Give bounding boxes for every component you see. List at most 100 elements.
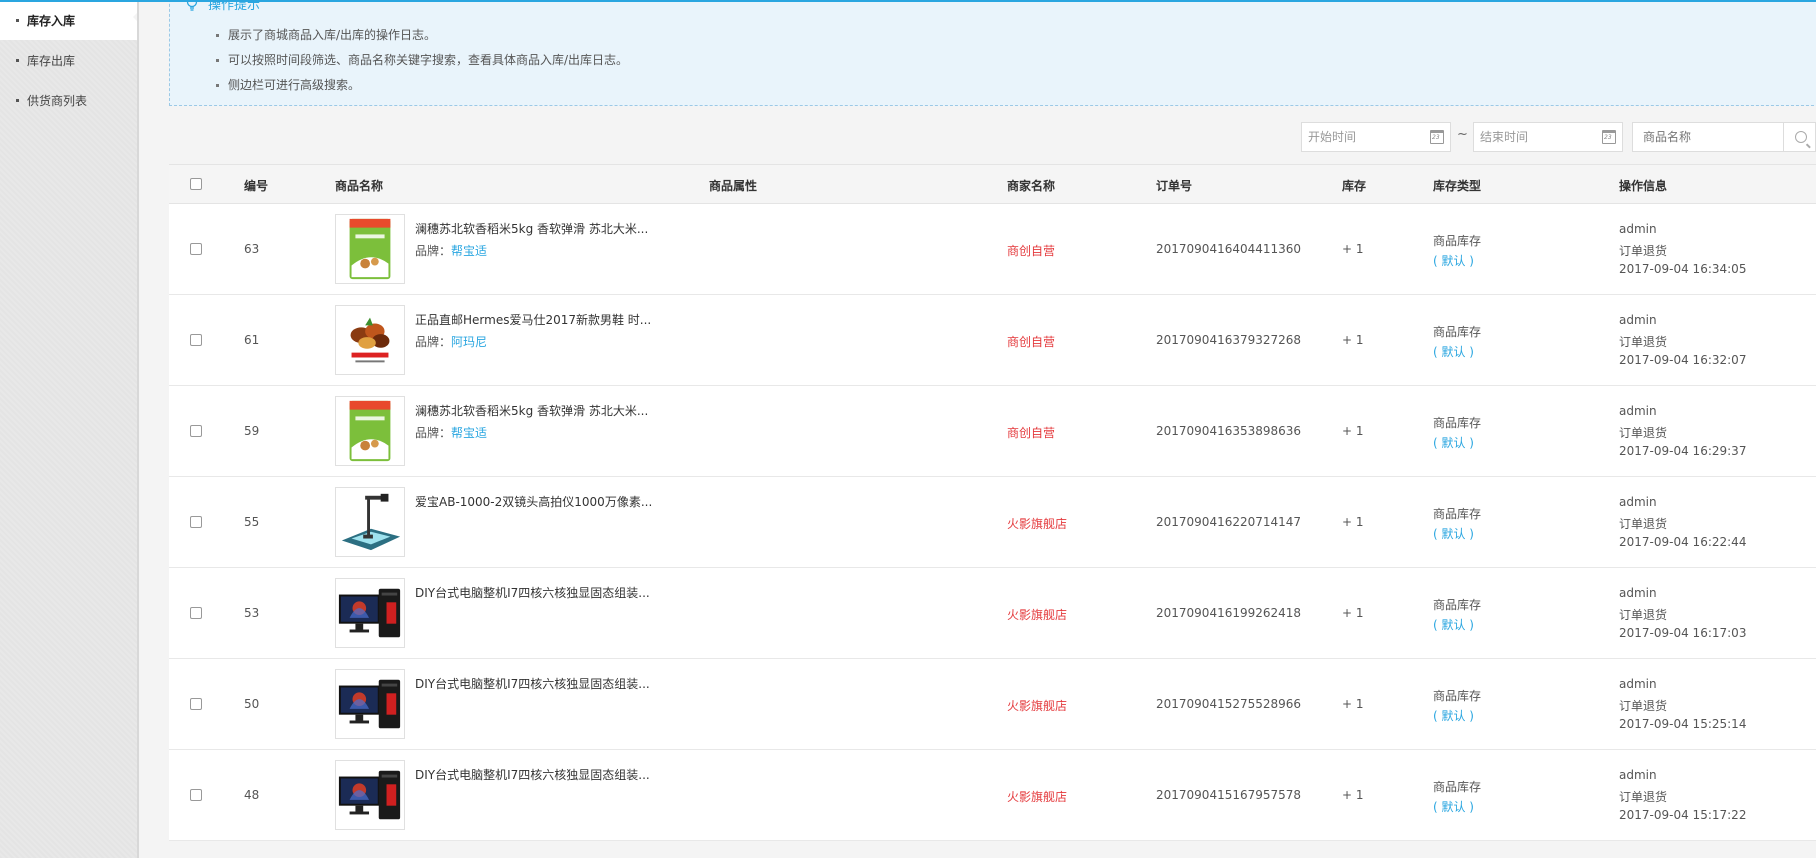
row-id: 63 bbox=[244, 242, 260, 256]
table-header: 编号 商品名称 商品属性 商家名称 订单号 库存 库存类型 操作信息 bbox=[169, 164, 1816, 204]
top-accent-line bbox=[0, 0, 1816, 2]
merchant-name[interactable]: 火影旗舰店 bbox=[1007, 697, 1067, 714]
search-button[interactable] bbox=[1783, 123, 1816, 151]
product-thumbnail[interactable] bbox=[335, 760, 405, 830]
row-checkbox[interactable] bbox=[190, 425, 202, 437]
product-name-link[interactable]: 澜穗苏北软香稻米5kg 香软弹滑 苏北大米... bbox=[415, 220, 648, 237]
operation-action: 订单退货 bbox=[1619, 335, 1668, 349]
merchant-name[interactable]: 火影旗舰店 bbox=[1007, 788, 1067, 805]
stock-type: 商品库存 bbox=[1433, 325, 1482, 339]
stock-change: + 1 bbox=[1342, 424, 1364, 438]
product-name-link[interactable]: DIY台式电脑整机I7四核六核独显固态组装... bbox=[415, 584, 650, 601]
brand-prefix: 品牌： bbox=[415, 335, 452, 349]
stock-type-note: ( 默认 ) bbox=[1433, 709, 1474, 723]
sidebar-item-supplier-list[interactable]: 供货商列表 bbox=[0, 80, 139, 120]
row-id: 50 bbox=[244, 697, 260, 711]
stock-type: 商品库存 bbox=[1433, 507, 1482, 521]
stock-type-note: ( 默认 ) bbox=[1433, 436, 1474, 450]
operator-name: admin bbox=[1619, 586, 1657, 600]
order-number[interactable]: 2017090416379327268 bbox=[1156, 333, 1301, 347]
tips-list: 展示了商城商品入库/出库的操作日志。 可以按照时间段筛选、商品名称关键字搜索，查… bbox=[216, 28, 628, 103]
stock-type: 商品库存 bbox=[1433, 416, 1482, 430]
end-date-field[interactable]: 结束时间 23 bbox=[1473, 122, 1623, 152]
stock-type-note: ( 默认 ) bbox=[1433, 527, 1474, 541]
brand-link[interactable]: 帮宝适 bbox=[451, 426, 487, 440]
order-number[interactable]: 2017090416199262418 bbox=[1156, 606, 1301, 620]
sidebar-item-stock-out[interactable]: 库存出库 bbox=[0, 40, 139, 80]
row-checkbox[interactable] bbox=[190, 516, 202, 528]
row-id: 55 bbox=[244, 515, 260, 529]
operation-action: 订单退货 bbox=[1619, 426, 1668, 440]
end-date-placeholder: 结束时间 bbox=[1480, 130, 1529, 144]
merchant-name[interactable]: 商创自营 bbox=[1007, 424, 1055, 441]
product-brand: 品牌：帮宝适 bbox=[415, 424, 487, 441]
column-header-merchant: 商家名称 bbox=[1007, 179, 1056, 193]
column-header-order-no: 订单号 bbox=[1156, 179, 1193, 193]
order-number[interactable]: 2017090416404411360 bbox=[1156, 242, 1301, 256]
operation-time: 2017-09-04 16:22:44 bbox=[1619, 535, 1747, 549]
merchant-name[interactable]: 火影旗舰店 bbox=[1007, 515, 1067, 532]
sidebar-item-label: 库存出库 bbox=[27, 53, 76, 68]
product-name-link[interactable]: 正品直邮Hermes爱马仕2017新款男鞋 时... bbox=[415, 311, 651, 328]
start-date-field[interactable]: 开始时间 23 bbox=[1301, 122, 1451, 152]
tip-item: 侧边栏可进行高级搜索。 bbox=[216, 78, 628, 103]
bullet-icon bbox=[16, 99, 19, 102]
calendar-icon[interactable]: 23 bbox=[1602, 130, 1616, 144]
start-date-placeholder: 开始时间 bbox=[1308, 130, 1357, 144]
stock-change: + 1 bbox=[1342, 788, 1364, 802]
table-body: 63 澜穗苏北软香稻米5kg 香软弹滑 苏北大米... 品牌：帮宝适 商创自营 … bbox=[169, 204, 1816, 841]
column-header-stock-type: 库存类型 bbox=[1433, 179, 1482, 193]
calendar-icon[interactable]: 23 bbox=[1430, 130, 1444, 144]
search-input[interactable] bbox=[1633, 123, 1783, 151]
brand-prefix: 品牌： bbox=[415, 244, 452, 258]
column-header-stock: 库存 bbox=[1342, 179, 1367, 193]
sidebar: 库存入库 库存出库 供货商列表 bbox=[0, 0, 140, 858]
product-name-link[interactable]: DIY台式电脑整机I7四核六核独显固态组装... bbox=[415, 675, 650, 692]
operation-action: 订单退货 bbox=[1619, 517, 1668, 531]
row-checkbox[interactable] bbox=[190, 607, 202, 619]
brand-link[interactable]: 阿玛尼 bbox=[451, 335, 487, 349]
product-name-link[interactable]: 爱宝AB-1000-2双镜头高拍仪1000万像素... bbox=[415, 493, 652, 510]
row-checkbox[interactable] bbox=[190, 334, 202, 346]
product-thumbnail[interactable] bbox=[335, 396, 405, 466]
product-brand: 品牌：帮宝适 bbox=[415, 242, 487, 259]
table-row: 55 爱宝AB-1000-2双镜头高拍仪1000万像素... 火影旗舰店 201… bbox=[169, 477, 1816, 568]
order-number[interactable]: 2017090416220714147 bbox=[1156, 515, 1301, 529]
stock-log-table: 编号 商品名称 商品属性 商家名称 订单号 库存 库存类型 操作信息 63 澜穗… bbox=[169, 164, 1816, 841]
product-thumbnail[interactable] bbox=[335, 578, 405, 648]
sidebar-item-stock-in[interactable]: 库存入库 bbox=[0, 0, 140, 40]
column-header-attributes: 商品属性 bbox=[709, 179, 758, 193]
operator-name: admin bbox=[1619, 313, 1657, 327]
operator-name: admin bbox=[1619, 495, 1657, 509]
operation-time: 2017-09-04 16:29:37 bbox=[1619, 444, 1747, 458]
product-thumbnail[interactable] bbox=[335, 669, 405, 739]
stock-type-note: ( 默认 ) bbox=[1433, 800, 1474, 814]
order-number[interactable]: 2017090416353898636 bbox=[1156, 424, 1301, 438]
merchant-name[interactable]: 火影旗舰店 bbox=[1007, 606, 1067, 623]
column-header-product-name: 商品名称 bbox=[335, 179, 384, 193]
brand-prefix: 品牌： bbox=[415, 426, 452, 440]
stock-type: 商品库存 bbox=[1433, 234, 1482, 248]
product-thumbnail[interactable] bbox=[335, 305, 405, 375]
merchant-name[interactable]: 商创自营 bbox=[1007, 242, 1055, 259]
order-number[interactable]: 2017090415167957578 bbox=[1156, 788, 1301, 802]
row-checkbox[interactable] bbox=[190, 243, 202, 255]
order-number[interactable]: 2017090415275528966 bbox=[1156, 697, 1301, 711]
product-thumbnail[interactable] bbox=[335, 214, 405, 284]
column-header-operation: 操作信息 bbox=[1619, 179, 1668, 193]
operator-name: admin bbox=[1619, 404, 1657, 418]
stock-type-note: ( 默认 ) bbox=[1433, 254, 1474, 268]
merchant-name[interactable]: 商创自营 bbox=[1007, 333, 1055, 350]
brand-link[interactable]: 帮宝适 bbox=[451, 244, 487, 258]
row-checkbox[interactable] bbox=[190, 698, 202, 710]
stock-type-note: ( 默认 ) bbox=[1433, 345, 1474, 359]
operator-name: admin bbox=[1619, 222, 1657, 236]
product-name-link[interactable]: DIY台式电脑整机I7四核六核独显固态组装... bbox=[415, 766, 650, 783]
product-name-link[interactable]: 澜穗苏北软香稻米5kg 香软弹滑 苏北大米... bbox=[415, 402, 648, 419]
stock-change: + 1 bbox=[1342, 606, 1364, 620]
product-thumbnail[interactable] bbox=[335, 487, 405, 557]
operation-action: 订单退货 bbox=[1619, 608, 1668, 622]
row-checkbox[interactable] bbox=[190, 789, 202, 801]
select-all-checkbox[interactable] bbox=[190, 178, 202, 190]
date-range-separator: ~ bbox=[1457, 127, 1468, 142]
